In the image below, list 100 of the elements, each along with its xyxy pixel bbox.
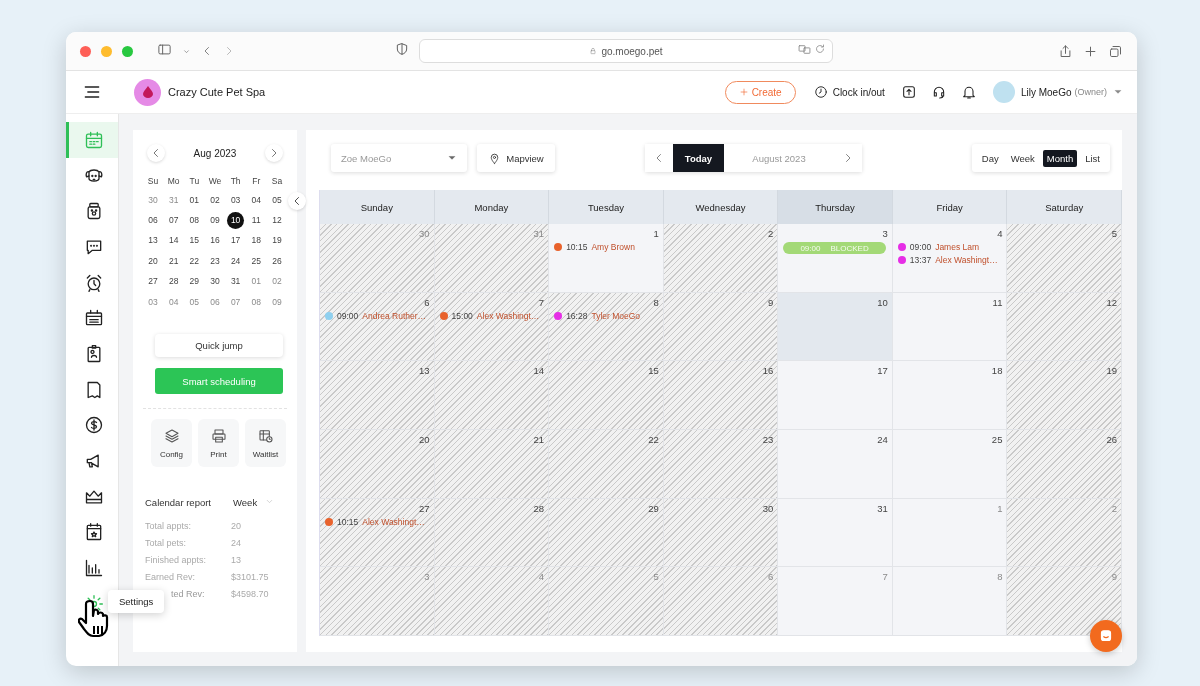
view-tab[interactable]: Day [977,149,1003,167]
view-tab[interactable]: List [1081,149,1104,167]
mini-calendar-day[interactable]: 31 [227,273,245,291]
period-dropdown[interactable]: Week [233,497,258,509]
mini-calendar-day[interactable]: 18 [247,232,265,250]
tool-button[interactable]: Waitlist [245,419,286,468]
mini-calendar-day[interactable]: 10 [227,212,245,230]
tool-button[interactable]: Config [151,419,192,468]
mini-calendar-day[interactable]: 24 [227,252,245,270]
mini-calendar-day[interactable]: 03 [144,293,162,311]
client-name[interactable]: Alex Washingt… [476,310,540,321]
mini-calendar-day[interactable]: 26 [268,252,286,270]
calendar-day-cell[interactable]: 20 [320,430,435,499]
address-bar[interactable]: go.moego.pet [419,39,833,63]
calendar-day-cell[interactable]: 17 [778,361,893,430]
mini-calendar-day[interactable]: 08 [247,293,265,311]
clock-in-out-link[interactable]: Clock in/out [832,86,885,98]
calendar-day-cell[interactable]: 19 [1007,361,1122,430]
calendar-day-cell[interactable]: 23 [663,430,779,499]
calendar-day-cell[interactable]: 21 [434,430,550,499]
client-name[interactable]: James Lam [935,242,980,252]
mini-calendar-day[interactable]: 09 [268,293,286,311]
mini-calendar-day[interactable]: 04 [165,293,183,311]
mini-calendar-day[interactable]: 02 [206,191,224,209]
mini-calendar-day[interactable]: 07 [165,212,183,230]
calendar-day-cell[interactable]: 10 [778,292,893,362]
collapse-button[interactable] [288,192,306,210]
calendar-day-cell[interactable]: 3 09:00 BLOCKED [778,224,893,293]
previous-month-button[interactable] [147,144,165,162]
mini-calendar-day[interactable]: 15 [185,232,203,250]
next-month-button[interactable] [265,144,283,162]
view-tab[interactable]: Month [1042,149,1078,167]
calendar-day-cell[interactable]: 13 [320,361,435,430]
calendar-day-cell[interactable]: 27 10:15 Alex Washingt… [320,498,435,568]
mini-calendar-day[interactable]: 14 [165,232,183,250]
mini-calendar-day[interactable]: 08 [185,212,203,230]
stat-value: $3101.75 [231,572,270,583]
mini-calendar-day[interactable]: 16 [206,232,224,250]
client-name[interactable]: Amy Brown [591,242,635,252]
calendar-day-cell[interactable]: 15 [549,361,664,430]
mini-calendar-day[interactable]: 21 [165,252,183,270]
mini-calendar-day[interactable]: 17 [227,232,245,250]
calendar-day-cell[interactable]: 9 [663,292,779,362]
client-name[interactable]: Alex Washingt… [362,516,425,527]
mini-calendar-day[interactable]: 03 [227,191,245,209]
calendar-day-cell[interactable]: 16 [663,361,779,430]
mini-calendar-day[interactable]: 29 [185,273,203,291]
calendar-day-cell[interactable]: 8 16:28 Tyler MoeGo [549,292,664,362]
mini-calendar-day[interactable]: 02 [268,273,286,291]
calendar-day-cell[interactable]: 24 [778,430,893,499]
client-name[interactable]: Tyler MoeGo [591,310,641,321]
mini-calendar-day[interactable]: 07 [227,293,245,311]
mini-calendar-day[interactable]: 30 [206,273,224,291]
calendar-day-cell[interactable]: 14 [434,361,550,430]
view-tab[interactable]: Week [1006,149,1039,167]
mini-calendar-day[interactable]: 01 [247,273,265,291]
mini-calendar-day[interactable]: 05 [268,191,286,209]
client-name[interactable]: Andrea Ruther… [362,310,427,321]
calendar-day-cell[interactable]: 18 [892,361,1008,430]
mini-calendar-day[interactable]: 31 [165,191,183,209]
mini-calendar-day[interactable]: 19 [268,232,286,250]
mini-calendar-day[interactable]: 06 [144,212,162,230]
mini-calendar-day[interactable]: 06 [206,293,224,311]
mini-calendar-day[interactable]: 01 [185,191,203,209]
calendar-day-cell[interactable]: 5 [1007,224,1122,293]
today-button[interactable]: Today [673,144,724,172]
calendar-day-cell[interactable]: 31 [778,498,893,568]
mini-calendar-day[interactable]: 09 [206,212,224,230]
mapview-button[interactable]: Mapview [477,144,555,172]
calendar-day-cell[interactable]: 28 [434,498,550,568]
mini-calendar-day[interactable]: 05 [185,293,203,311]
calendar-day-cell[interactable]: 30 [663,498,779,568]
mini-calendar-day[interactable]: 13 [144,232,162,250]
calendar-day-cell[interactable]: 4 09:00 James Lam 13:37 Alex Washingt… [892,224,1008,293]
mini-calendar-day[interactable]: 28 [165,273,183,291]
calendar-day-cell[interactable]: 29 [549,498,664,568]
calendar-day-cell[interactable]: 2 [663,224,779,293]
mini-calendar-day[interactable]: 22 [185,252,203,270]
calendar-day-cell[interactable]: 26 [1007,430,1122,499]
business-name[interactable]: Crazy Cute Pet Spa [168,86,266,98]
calendar-day-cell[interactable]: 11 [892,292,1008,362]
mini-calendar-day[interactable]: 27 [144,273,162,291]
calendar-day-cell[interactable]: 1 10:15 Amy Brown [549,224,664,293]
mini-calendar-day[interactable]: 12 [268,212,286,230]
close-window-button[interactable] [80,45,91,57]
client-name[interactable]: Alex Washingt… [935,255,998,265]
quick-jump-button[interactable]: Quick jump [155,334,283,358]
calendar-day-cell[interactable]: 6 09:00 Andrea Ruther… [320,292,435,362]
calendar-day-cell[interactable]: 22 [549,430,664,499]
calendar-day-cell[interactable]: 12 [1007,292,1122,362]
mini-calendar-day[interactable]: 04 [247,191,265,209]
calendar-day-cell[interactable]: 25 [892,430,1008,499]
user-name[interactable]: Lily MoeGo [1020,86,1072,98]
mini-calendar-day[interactable]: 20 [144,252,162,270]
calendar-day-cell[interactable]: 7 15:00 Alex Washingt… [434,292,550,362]
mini-calendar-day[interactable]: 30 [144,191,162,209]
mini-calendar-day[interactable]: 23 [206,252,224,270]
mini-calendar-day[interactable]: 25 [247,252,265,270]
tool-button[interactable]: Print [198,419,239,468]
mini-calendar-day[interactable]: 11 [247,212,265,230]
